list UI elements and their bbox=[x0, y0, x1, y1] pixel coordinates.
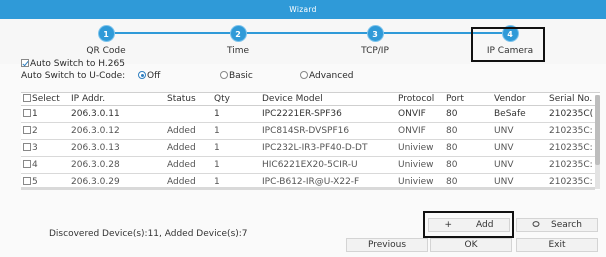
column-header-select[interactable]: Select bbox=[21, 93, 69, 106]
cell-protocol: ONVIF bbox=[396, 122, 444, 140]
device-table: Select IP Addr. Status Qty Device Model … bbox=[21, 92, 600, 190]
previous-label: Previous bbox=[367, 240, 407, 250]
exit-label: Exit bbox=[548, 240, 566, 250]
search-icon bbox=[532, 221, 540, 227]
step-tcp-ip[interactable]: 3 TCP/IP bbox=[330, 25, 420, 56]
cell-vendor: BeSafe bbox=[492, 105, 547, 123]
row-checkbox[interactable] bbox=[23, 108, 31, 117]
table-row[interactable]: 3 206.3.0.13 Added 1 IPC232L-IR3-PF40-D-… bbox=[21, 139, 600, 157]
cell-serial: 210235C: bbox=[547, 139, 600, 157]
column-header-serial[interactable]: Serial No. bbox=[547, 93, 600, 106]
column-header-status[interactable]: Status bbox=[165, 93, 212, 106]
cell-port: 80 bbox=[444, 139, 492, 157]
radio-icon[interactable] bbox=[300, 71, 308, 79]
step-number: 3 bbox=[366, 25, 384, 42]
step-qr-code[interactable]: 1 QR Code bbox=[61, 25, 151, 56]
ucode-advanced-label: Advanced bbox=[309, 71, 354, 81]
column-header-protocol[interactable]: Protocol bbox=[396, 93, 444, 106]
ucode-off-label: Off bbox=[147, 71, 161, 81]
h265-option[interactable]: Auto Switch to H.265 bbox=[21, 59, 125, 69]
previous-button[interactable]: Previous bbox=[346, 238, 428, 252]
cell-vendor: UNV bbox=[492, 139, 547, 157]
step-number: 2 bbox=[229, 25, 247, 42]
table-row[interactable]: 4 206.3.0.28 Added 1 HIC6221EX20-5CIR-U … bbox=[21, 156, 600, 174]
step-number: 1 bbox=[97, 25, 115, 42]
cell-qty: 1 bbox=[212, 139, 260, 157]
cell-vendor: UNV bbox=[492, 122, 547, 140]
ucode-option: Auto Switch to U-Code: Off Basic Advance… bbox=[21, 71, 581, 81]
step-label: Time bbox=[226, 46, 250, 56]
ucode-basic-label: Basic bbox=[229, 71, 253, 81]
ucode-radio-basic[interactable]: Basic bbox=[220, 71, 253, 81]
cell-status bbox=[165, 105, 212, 123]
cell-ip: 206.3.0.12 bbox=[69, 122, 165, 140]
row-checkbox[interactable] bbox=[23, 125, 31, 134]
cell-ip: 206.3.0.11 bbox=[69, 105, 165, 123]
window-title-bar: Wizard bbox=[0, 0, 606, 19]
cell-port: 80 bbox=[444, 156, 492, 174]
exit-button[interactable]: Exit bbox=[516, 238, 598, 252]
h265-checkbox[interactable] bbox=[21, 59, 29, 67]
discovered-status-text: Discovered Device(s):11, Added Device(s)… bbox=[49, 229, 248, 239]
cell-status: Added bbox=[165, 139, 212, 157]
column-header-qty[interactable]: Qty bbox=[212, 93, 260, 106]
cell-ip: 206.3.0.13 bbox=[69, 139, 165, 157]
cell-status: Added bbox=[165, 122, 212, 140]
cell-vendor: UNV bbox=[492, 156, 547, 174]
window-title: Wizard bbox=[289, 5, 317, 14]
current-step-highlight bbox=[471, 27, 545, 62]
row-checkbox[interactable] bbox=[23, 159, 31, 168]
radio-icon[interactable] bbox=[220, 71, 228, 79]
cell-serial: 210235C( bbox=[547, 105, 600, 123]
select-all-checkbox[interactable] bbox=[23, 93, 31, 102]
add-button-highlight bbox=[423, 211, 514, 238]
step-label: QR Code bbox=[86, 46, 126, 56]
cell-protocol: ONVIF bbox=[396, 105, 444, 123]
cell-model: IPC814SR-DVSPF16 bbox=[260, 122, 396, 140]
step-label: TCP/IP bbox=[361, 46, 389, 56]
column-header-port[interactable]: Port bbox=[444, 93, 492, 106]
step-time[interactable]: 2 Time bbox=[193, 25, 283, 56]
ucode-radio-off[interactable]: Off bbox=[138, 71, 160, 81]
cell-model: HIC6221EX20-5CIR-U bbox=[260, 156, 396, 174]
search-button[interactable]: Search bbox=[516, 218, 598, 232]
cell-qty: 1 bbox=[212, 156, 260, 174]
column-header-vendor[interactable]: Vendor bbox=[492, 93, 547, 106]
cell-protocol: Uniview bbox=[396, 139, 444, 157]
table-row[interactable]: 1 206.3.0.11 1 IPC2221ER-SPF36 ONVIF 80 … bbox=[21, 105, 600, 123]
cell-status: Added bbox=[165, 156, 212, 174]
row-checkbox[interactable] bbox=[23, 176, 31, 185]
row-checkbox[interactable] bbox=[23, 142, 31, 151]
cell-qty: 1 bbox=[212, 122, 260, 140]
cell-model: IPC232L-IR3-PF40-D-DT bbox=[260, 139, 396, 157]
column-header-model[interactable]: Device Model bbox=[260, 93, 396, 106]
search-label: Search bbox=[551, 220, 582, 230]
vertical-scroll-thumb[interactable] bbox=[595, 95, 600, 165]
table-row[interactable]: 2 206.3.0.12 Added 1 IPC814SR-DVSPF16 ON… bbox=[21, 122, 600, 140]
cell-serial: 210235C: bbox=[547, 122, 600, 140]
cell-protocol: Uniview bbox=[396, 156, 444, 174]
column-header-ip[interactable]: IP Addr. bbox=[69, 93, 165, 106]
cell-qty: 1 bbox=[212, 105, 260, 123]
table-header: Select IP Addr. Status Qty Device Model … bbox=[21, 93, 600, 106]
ucode-radio-advanced[interactable]: Advanced bbox=[300, 71, 353, 81]
ok-button[interactable]: OK bbox=[430, 238, 512, 252]
radio-icon[interactable] bbox=[138, 71, 146, 79]
horizontal-scrollbar[interactable] bbox=[21, 187, 595, 190]
cell-ip: 206.3.0.28 bbox=[69, 156, 165, 174]
ok-label: OK bbox=[464, 240, 478, 250]
cell-port: 80 bbox=[444, 105, 492, 123]
h265-label: Auto Switch to H.265 bbox=[30, 59, 125, 69]
cell-model: IPC2221ER-SPF36 bbox=[260, 105, 396, 123]
cell-serial: 210235C: bbox=[547, 156, 600, 174]
cell-port: 80 bbox=[444, 122, 492, 140]
ucode-label: Auto Switch to U-Code: bbox=[21, 71, 126, 81]
